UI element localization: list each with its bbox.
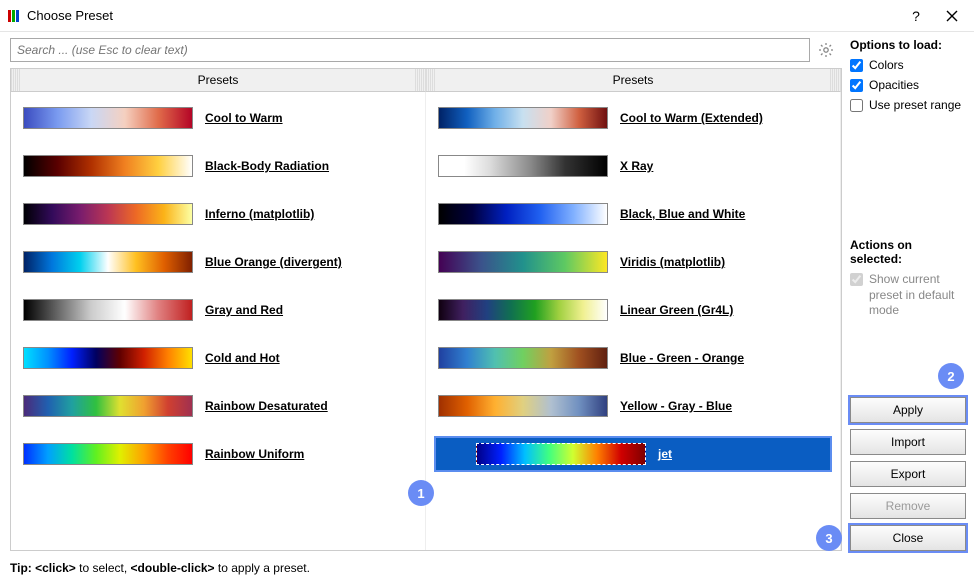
app-icon xyxy=(8,10,19,22)
column-header-right[interactable]: Presets xyxy=(426,69,841,92)
options-title: Options to load: xyxy=(850,38,966,52)
preset-label: Inferno (matplotlib) xyxy=(205,207,314,221)
color-swatch xyxy=(438,395,608,417)
preset-label: Yellow - Gray - Blue xyxy=(620,399,732,413)
close-button[interactable]: Close xyxy=(850,525,966,551)
help-button[interactable]: ? xyxy=(902,2,930,30)
color-swatch xyxy=(438,107,608,129)
preset-row[interactable]: Gray and Red xyxy=(21,294,425,326)
checkbox-show-default[interactable]: Show current preset in default mode xyxy=(850,272,966,319)
preset-label: Black-Body Radiation xyxy=(205,159,329,173)
column-header-left[interactable]: Presets xyxy=(11,69,426,92)
checkbox-preset-range[interactable]: Use preset range xyxy=(850,98,966,112)
preset-row[interactable]: jet xyxy=(436,438,830,470)
color-swatch xyxy=(438,203,608,225)
import-button[interactable]: Import xyxy=(850,429,966,455)
preset-row[interactable]: Cold and Hot xyxy=(21,342,425,374)
color-swatch xyxy=(476,443,646,465)
color-swatch xyxy=(438,299,608,321)
export-button[interactable]: Export xyxy=(850,461,966,487)
color-swatch xyxy=(23,395,193,417)
settings-gear-icon[interactable] xyxy=(814,38,838,62)
preset-row[interactable]: Linear Green (Gr4L) xyxy=(436,294,840,326)
preset-row[interactable]: Rainbow Uniform xyxy=(21,438,425,470)
preset-label: X Ray xyxy=(620,159,653,173)
preset-row[interactable]: Yellow - Gray - Blue xyxy=(436,390,840,422)
preset-row[interactable]: Rainbow Desaturated xyxy=(21,390,425,422)
preset-row[interactable]: Blue Orange (divergent) xyxy=(21,246,425,278)
preset-label: Linear Green (Gr4L) xyxy=(620,303,733,317)
search-input[interactable] xyxy=(10,38,810,62)
remove-button[interactable]: Remove xyxy=(850,493,966,519)
actions-title: Actions on selected: xyxy=(850,238,966,266)
preset-label: Blue Orange (divergent) xyxy=(205,255,342,269)
preset-row[interactable]: Cool to Warm xyxy=(21,102,425,134)
color-swatch xyxy=(438,155,608,177)
annotation-badge-3: 3 xyxy=(816,525,842,551)
preset-label: Cool to Warm xyxy=(205,111,283,125)
preset-label: Cold and Hot xyxy=(205,351,280,365)
color-swatch xyxy=(23,251,193,273)
color-swatch xyxy=(23,347,193,369)
color-swatch xyxy=(438,251,608,273)
color-swatch xyxy=(23,155,193,177)
color-swatch xyxy=(23,443,193,465)
preset-row[interactable]: Viridis (matplotlib) xyxy=(436,246,840,278)
preset-row[interactable]: Black, Blue and White xyxy=(436,198,840,230)
close-window-button[interactable] xyxy=(938,2,966,30)
preset-label: Viridis (matplotlib) xyxy=(620,255,725,269)
preset-row[interactable]: Black-Body Radiation xyxy=(21,150,425,182)
preset-label: Cool to Warm (Extended) xyxy=(620,111,763,125)
color-swatch xyxy=(23,107,193,129)
preset-row[interactable]: X Ray xyxy=(436,150,840,182)
checkbox-colors[interactable]: Colors xyxy=(850,58,966,72)
apply-button[interactable]: Apply xyxy=(850,397,966,423)
preset-label: jet xyxy=(658,447,672,461)
footer-tip: Tip: <click> to select, <double-click> t… xyxy=(0,557,974,581)
titlebar: Choose Preset ? xyxy=(0,0,974,32)
color-swatch xyxy=(438,347,608,369)
preset-row[interactable]: Cool to Warm (Extended) xyxy=(436,102,840,134)
color-swatch xyxy=(23,203,193,225)
preset-label: Gray and Red xyxy=(205,303,283,317)
preset-label: Black, Blue and White xyxy=(620,207,745,221)
preset-row[interactable]: Blue - Green - Orange xyxy=(436,342,840,374)
color-swatch xyxy=(23,299,193,321)
annotation-badge-1: 1 xyxy=(408,480,434,506)
preset-row[interactable]: Inferno (matplotlib) xyxy=(21,198,425,230)
preset-label: Rainbow Desaturated xyxy=(205,399,328,413)
annotation-badge-2: 2 xyxy=(938,363,964,389)
preset-label: Blue - Green - Orange xyxy=(620,351,744,365)
preset-grid: Presets Presets Cool to Warm Black-Body R… xyxy=(10,68,842,551)
preset-label: Rainbow Uniform xyxy=(205,447,304,461)
checkbox-opacities[interactable]: Opacities xyxy=(850,78,966,92)
window-title: Choose Preset xyxy=(27,8,113,23)
